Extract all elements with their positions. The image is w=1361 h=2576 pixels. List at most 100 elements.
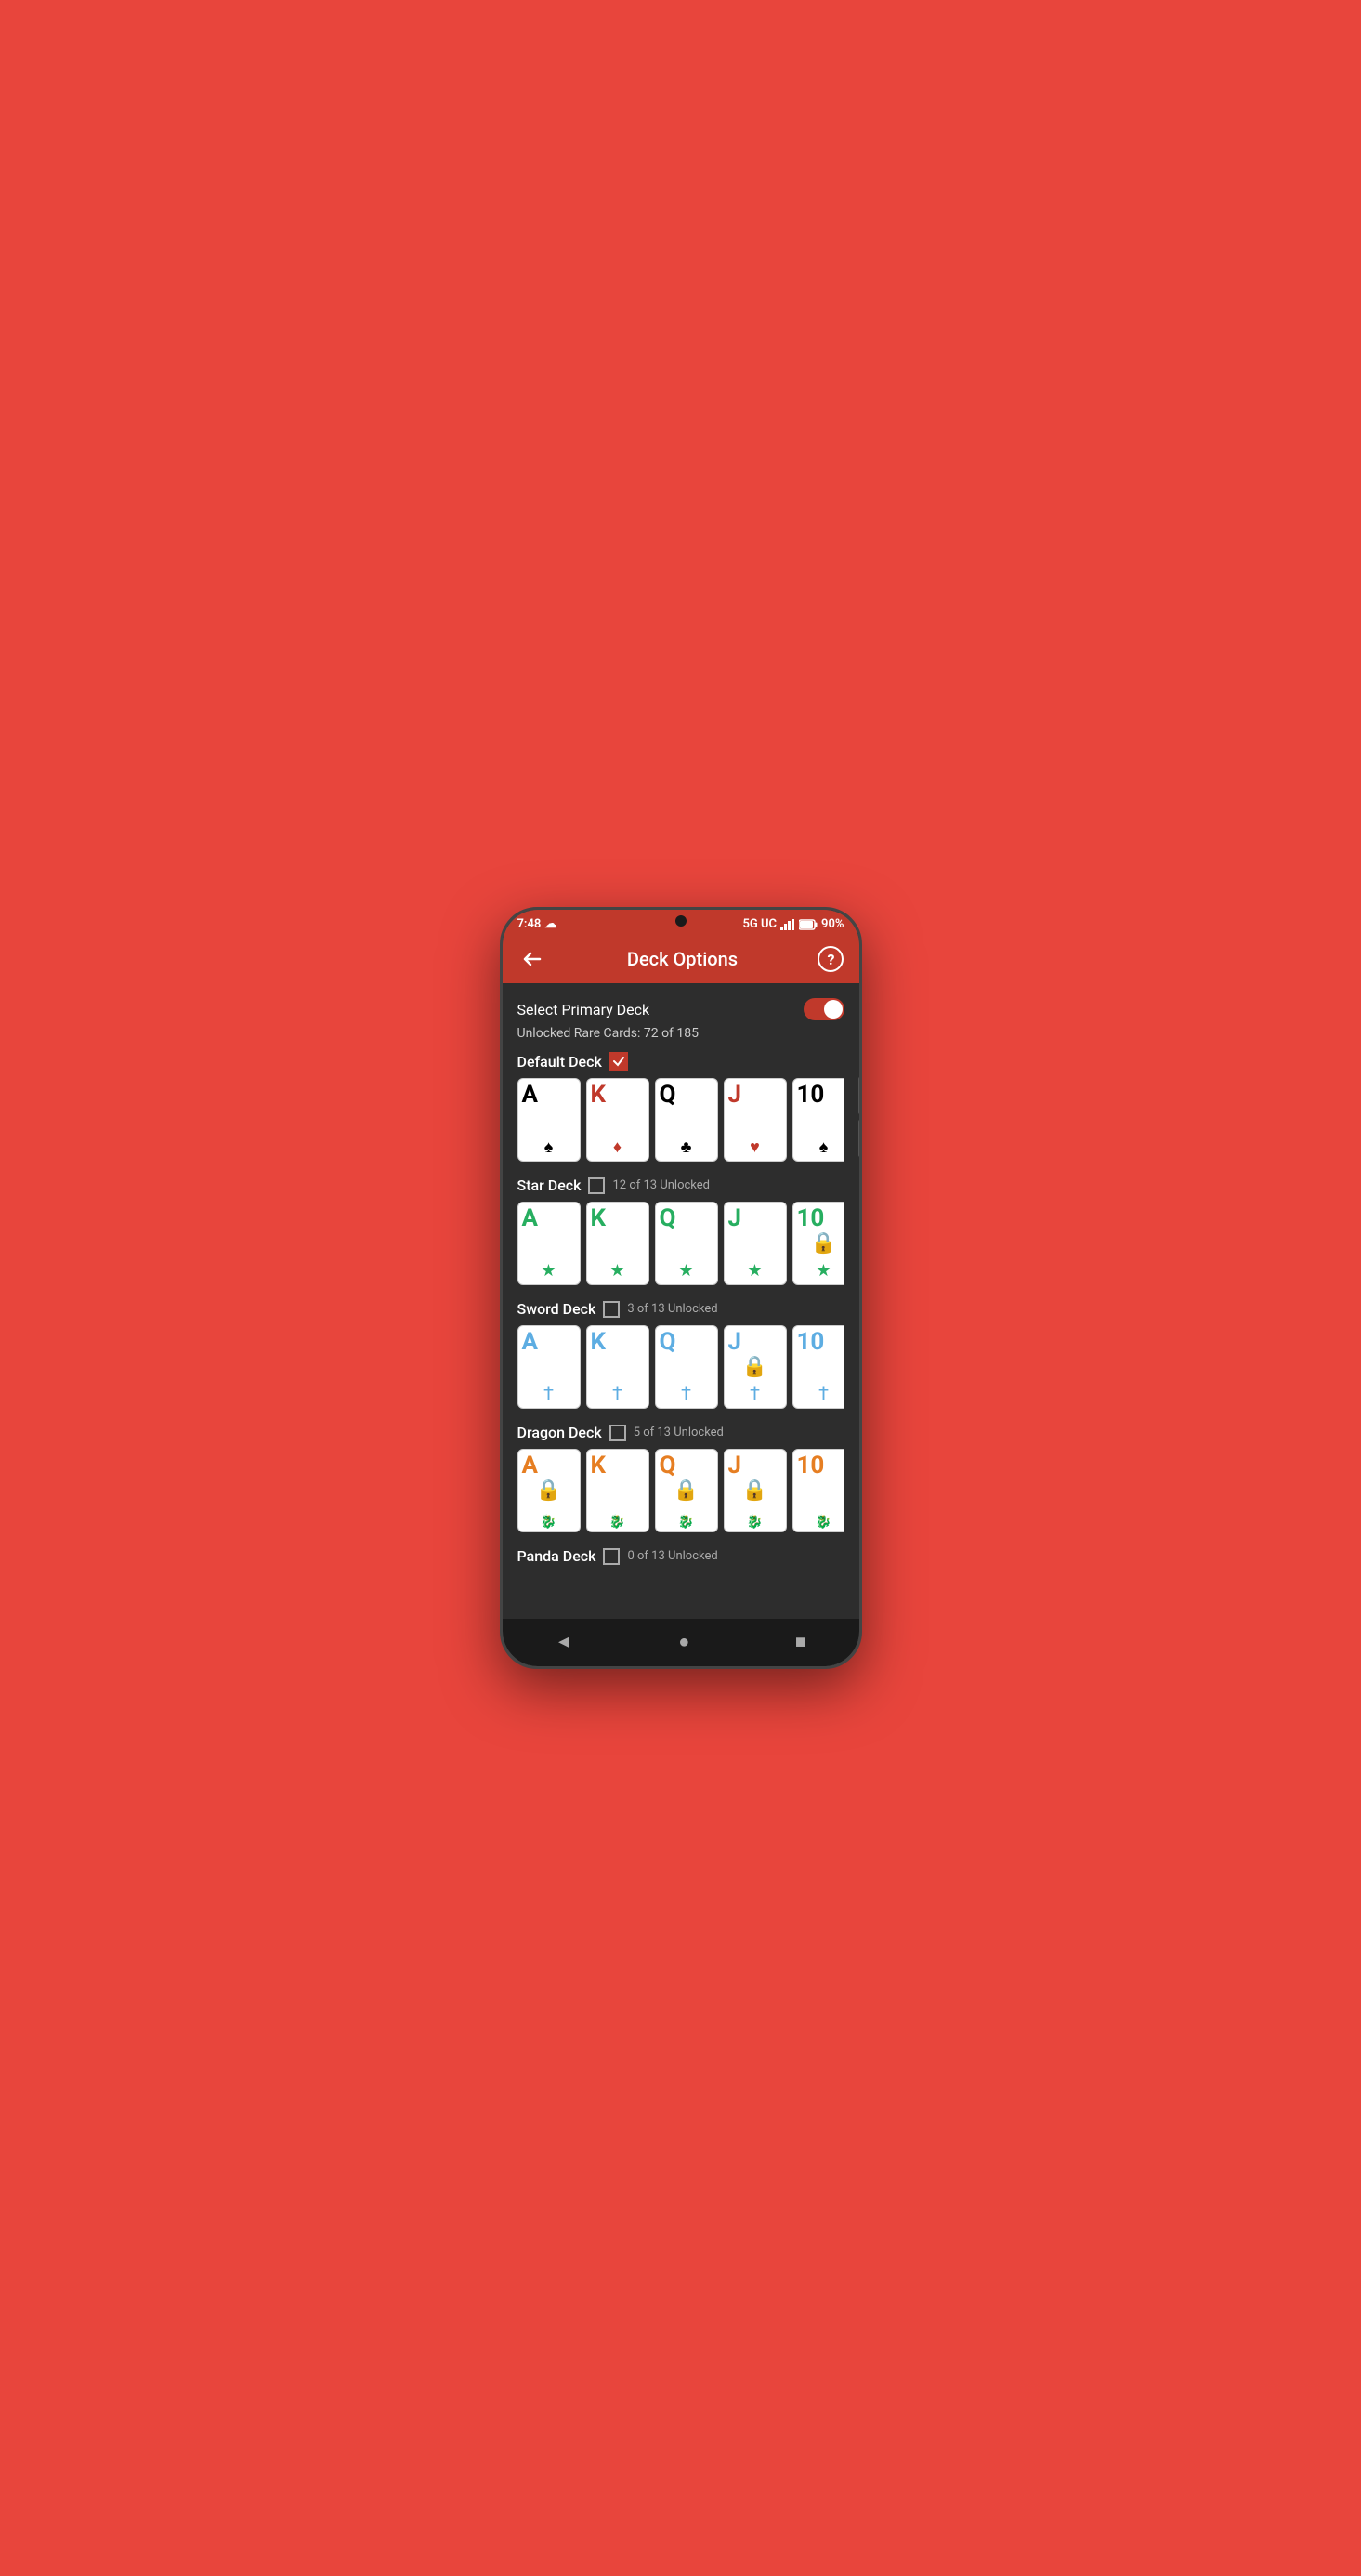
battery-percent: 90%	[821, 917, 844, 931]
deck-checkbox-1[interactable]	[588, 1177, 605, 1194]
card-0-0[interactable]: A♠	[517, 1078, 581, 1162]
status-right: 5G UC 90%	[742, 917, 844, 931]
card-letter-2-2: Q	[660, 1330, 676, 1354]
recent-nav-button[interactable]: ■	[780, 1628, 821, 1657]
card-suit-2-3: †	[750, 1382, 760, 1404]
help-button[interactable]: ?	[818, 946, 844, 972]
deck-unlock-count-4: 0 of 13 Unlocked	[627, 1549, 717, 1563]
lock-icon-1-4: 🔒	[811, 1232, 836, 1255]
page-title: Deck Options	[627, 948, 738, 970]
lock-icon-2-3: 🔒	[742, 1356, 767, 1379]
deck-checkbox-3[interactable]	[609, 1425, 626, 1441]
card-2-2[interactable]: Q†	[655, 1325, 718, 1409]
deck-checkbox-0[interactable]	[609, 1052, 628, 1071]
card-suit-0-4: ♠	[819, 1137, 829, 1157]
phone-device: 7:48 ☁ 5G UC 90%	[500, 907, 862, 1669]
card-1-3[interactable]: J★	[724, 1202, 787, 1285]
deck-name-4: Panda Deck	[517, 1547, 596, 1565]
card-letter-2-3: J	[728, 1330, 742, 1354]
lock-icon-3-2: 🔒	[674, 1479, 699, 1503]
deck-header-1: Star Deck 12 of 13 Unlocked	[517, 1176, 844, 1194]
deck-name-1: Star Deck	[517, 1176, 582, 1194]
time-display: 7:48	[517, 917, 542, 931]
cloud-icon: ☁	[544, 917, 556, 931]
card-letter-0-3: J	[728, 1083, 742, 1107]
cards-row-2: A†K†Q†J🔒†10†	[517, 1325, 844, 1409]
card-letter-1-3: J	[728, 1206, 742, 1230]
card-3-3[interactable]: J🔒🐉	[724, 1449, 787, 1532]
card-suit-3-2: 🐉	[678, 1515, 694, 1530]
deck-unlock-count-1: 12 of 13 Unlocked	[612, 1178, 710, 1192]
network-indicator: 5G UC	[742, 917, 777, 931]
card-3-4[interactable]: 10🐉	[792, 1449, 844, 1532]
card-1-1[interactable]: K★	[586, 1202, 649, 1285]
status-left: 7:48 ☁	[517, 917, 557, 931]
card-suit-2-4: †	[818, 1382, 829, 1404]
card-suit-1-2: ★	[678, 1261, 693, 1281]
card-2-4[interactable]: 10 †	[792, 1325, 844, 1409]
lock-icon-3-3: 🔒	[742, 1479, 767, 1503]
volume-up-button[interactable]	[858, 1077, 862, 1114]
battery-icon	[799, 919, 818, 930]
card-suit-3-4: 🐉	[816, 1515, 831, 1530]
card-1-2[interactable]: Q★	[655, 1202, 718, 1285]
card-suit-2-2: †	[681, 1382, 691, 1404]
cards-row-3: A🔒🐉K🐉Q🔒🐉J🔒🐉10🐉	[517, 1449, 844, 1532]
card-3-2[interactable]: Q🔒 🐉	[655, 1449, 718, 1532]
card-letter-0-2: Q	[660, 1083, 676, 1107]
decks-container: Default DeckA♠K♦Q♣J♥10♠Star Deck12 of 13…	[517, 1052, 844, 1565]
deck-header-0: Default Deck	[517, 1052, 844, 1071]
card-letter-3-0: A	[522, 1453, 538, 1478]
card-suit-3-3: 🐉	[747, 1515, 763, 1530]
card-suit-1-4: ★	[816, 1261, 831, 1281]
deck-checkbox-4[interactable]	[603, 1548, 620, 1565]
card-suit-2-0: †	[543, 1382, 554, 1404]
card-1-0[interactable]: A★	[517, 1202, 581, 1285]
primary-deck-option: Select Primary Deck	[517, 998, 844, 1020]
deck-checkbox-2[interactable]	[603, 1301, 620, 1318]
camera-notch	[675, 915, 687, 927]
back-nav-button[interactable]: ◄	[540, 1628, 588, 1657]
card-letter-3-2: Q	[660, 1453, 676, 1478]
deck-unlock-count-3: 5 of 13 Unlocked	[634, 1426, 724, 1439]
deck-header-2: Sword Deck3 of 13 Unlocked	[517, 1300, 844, 1318]
card-suit-2-1: †	[612, 1382, 622, 1404]
deck-section-2: Sword Deck3 of 13 UnlockedA†K†Q†J🔒†10†	[517, 1300, 844, 1409]
card-letter-1-4: 10	[797, 1206, 825, 1230]
deck-section-4: Panda Deck 0 of 13 Unlocked	[517, 1547, 844, 1565]
home-nav-button[interactable]: ●	[663, 1628, 704, 1657]
card-letter-0-4: 10	[797, 1083, 825, 1107]
card-suit-1-1: ★	[609, 1261, 624, 1281]
card-suit-0-3: ♥	[750, 1137, 760, 1157]
card-suit-1-3: ★	[747, 1261, 762, 1281]
card-2-1[interactable]: K†	[586, 1325, 649, 1409]
card-letter-1-1: K	[591, 1206, 607, 1230]
card-0-2[interactable]: Q♣	[655, 1078, 718, 1162]
card-suit-0-2: ♣	[681, 1137, 692, 1157]
cards-row-0: A♠K♦Q♣J♥10♠	[517, 1078, 844, 1162]
bottom-navigation: ◄ ● ■	[503, 1619, 859, 1666]
card-3-0[interactable]: A🔒🐉	[517, 1449, 581, 1532]
card-letter-0-1: K	[591, 1083, 607, 1107]
card-suit-1-0: ★	[541, 1261, 556, 1281]
deck-name-0: Default Deck	[517, 1053, 602, 1071]
card-letter-2-4: 10	[797, 1330, 825, 1354]
volume-down-button[interactable]	[858, 1120, 862, 1157]
card-2-3[interactable]: J🔒 †	[724, 1325, 787, 1409]
card-2-0[interactable]: A†	[517, 1325, 581, 1409]
card-suit-0-0: ♠	[544, 1137, 554, 1157]
card-letter-1-0: A	[522, 1206, 538, 1230]
card-0-4[interactable]: 10 ♠	[792, 1078, 844, 1162]
card-1-4[interactable]: 10🔒 ★	[792, 1202, 844, 1285]
card-0-1[interactable]: K♦	[586, 1078, 649, 1162]
back-button[interactable]	[517, 944, 547, 974]
card-letter-1-2: Q	[660, 1206, 676, 1230]
deck-unlock-count-2: 3 of 13 Unlocked	[627, 1302, 717, 1316]
deck-section-0: Default DeckA♠K♦Q♣J♥10♠	[517, 1052, 844, 1162]
content-area: Select Primary Deck Unlocked Rare Cards:…	[503, 983, 859, 1619]
signal-icon	[780, 919, 795, 930]
primary-deck-label: Select Primary Deck	[517, 1001, 650, 1019]
card-3-1[interactable]: K🐉	[586, 1449, 649, 1532]
card-0-3[interactable]: J♥	[724, 1078, 787, 1162]
primary-deck-toggle[interactable]	[804, 998, 844, 1020]
